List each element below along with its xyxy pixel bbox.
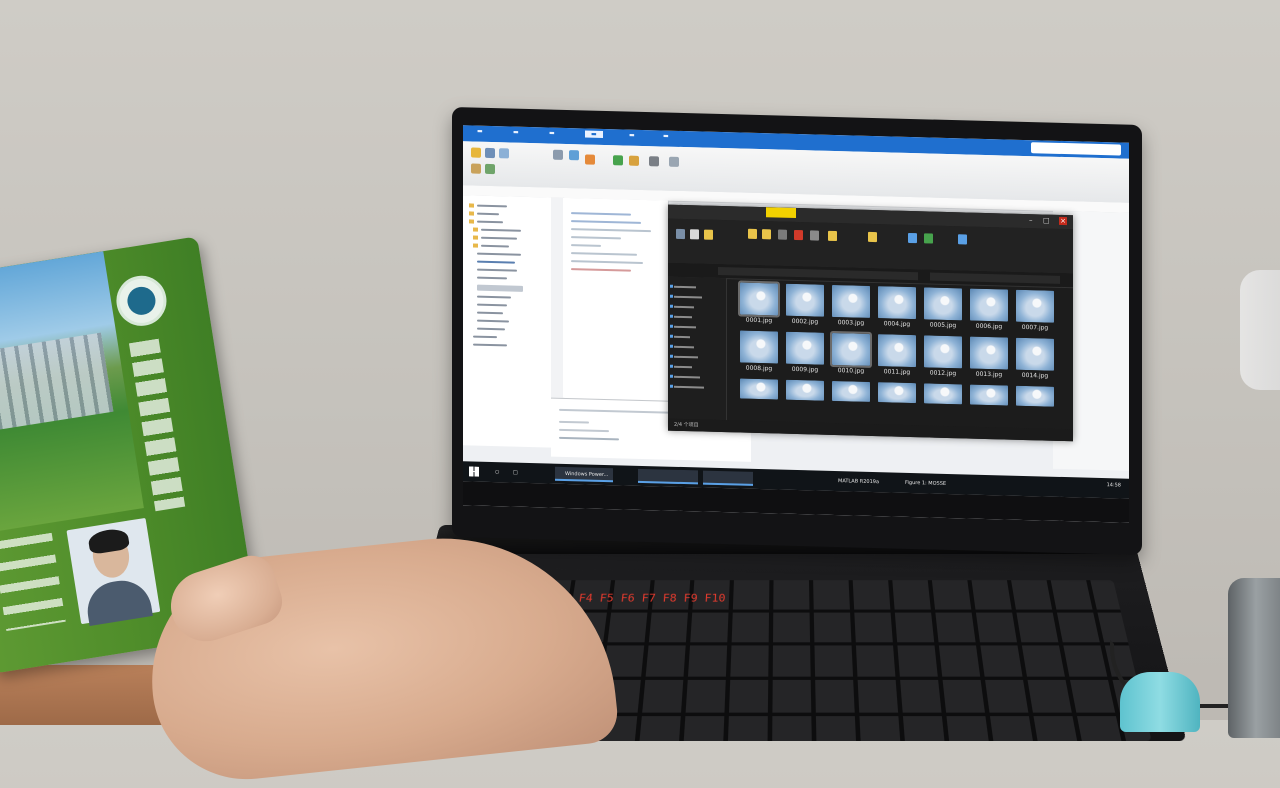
cup [1120,672,1200,732]
card-building [0,332,114,434]
explorer-navigation-pane[interactable] [668,276,727,421]
thumbnail-label: 0009.jpg [791,365,819,374]
water-bottle [1228,578,1280,738]
taskbar-item-matlab-r2019a[interactable]: MATLAB R2019a [828,474,888,490]
image-thumbnail[interactable] [970,336,1008,370]
thumbnail-label: 0003.jpg [837,319,865,327]
image-thumbnail[interactable] [1016,289,1054,323]
image-thumbnail[interactable] [738,280,780,318]
thumbnail-label: 0014.jpg [1021,371,1049,380]
thumbnail-label: 0005.jpg [929,321,957,330]
image-thumbnail[interactable] [832,380,870,402]
image-thumbnail[interactable] [786,379,824,401]
wall-outlet [1240,270,1280,390]
taskbar-item-app[interactable] [763,472,823,488]
search-icon[interactable]: ○ [485,465,499,479]
thumbnail-label: 0012.jpg [929,369,957,378]
maximize-icon[interactable]: □ [1043,216,1051,224]
thumbnail-label: 0011.jpg [883,368,911,376]
image-thumbnail[interactable] [832,284,870,318]
image-thumbnail[interactable] [924,383,962,405]
explorer-manage-tab[interactable] [766,207,796,218]
explorer-search-field[interactable] [930,272,1060,284]
system-tray-clock[interactable]: 14:58 [1107,482,1121,488]
university-seal-icon [112,272,171,330]
thumbnail-label: 0010.jpg [837,367,865,375]
image-thumbnail[interactable] [1016,337,1054,371]
thumbnail-grid: 0001.jpg 0002.jpg 0003.jpg 0004.jpg 0005… [730,280,1065,429]
thumbnail-label: 0006.jpg [975,322,1003,331]
close-icon[interactable]: × [1059,216,1067,226]
image-thumbnail[interactable] [878,382,916,404]
windows-start-icon[interactable] [469,466,479,476]
thumbnail-label: 0001.jpg [745,316,773,325]
taskbar-item-powershell[interactable]: Windows Power... [555,466,613,483]
minimize-icon[interactable]: – [1029,216,1037,224]
image-thumbnail[interactable] [924,287,962,321]
image-thumbnail[interactable] [878,334,916,368]
image-thumbnail[interactable] [740,330,778,364]
image-thumbnail[interactable] [924,335,962,369]
thumbnail-label: 0008.jpg [745,364,773,373]
matlab-current-folder-panel[interactable] [463,195,552,448]
matlab-search-box[interactable] [1031,142,1121,156]
card-info-fields [0,532,66,632]
image-thumbnail[interactable] [970,288,1008,322]
thumbnail-label: 0013.jpg [975,370,1003,379]
task-view-icon[interactable]: □ [503,465,518,479]
image-thumbnail[interactable] [1016,385,1054,407]
taskbar-item-figure[interactable]: Figure 1: MOSSE [895,476,957,492]
card-portrait [66,517,161,626]
taskbar-item-explorer[interactable] [703,470,753,486]
matlab-editor[interactable] [563,197,669,401]
thumbnail-label: 0007.jpg [1021,323,1049,332]
file-explorer-window: – □ × 0001.jpg 0002.jpg 0003.jpg 0004.jp… [668,204,1073,442]
image-thumbnail[interactable] [970,384,1008,406]
laptop-screen: ▬ ▬ ▬ ▬ ▬ ▬ – □ × 0001.jpg 0002.jpg 0003… [463,125,1129,523]
image-thumbnail[interactable] [786,331,824,365]
image-thumbnail[interactable] [878,286,916,320]
image-thumbnail[interactable] [786,283,824,317]
image-thumbnail[interactable] [740,378,778,400]
address-field[interactable] [718,266,918,281]
taskbar-item-matlab[interactable] [638,468,698,485]
thumbnail-label: 0004.jpg [883,320,911,328]
thumbnail-label: 0002.jpg [791,317,819,326]
image-thumbnail[interactable] [830,330,872,368]
